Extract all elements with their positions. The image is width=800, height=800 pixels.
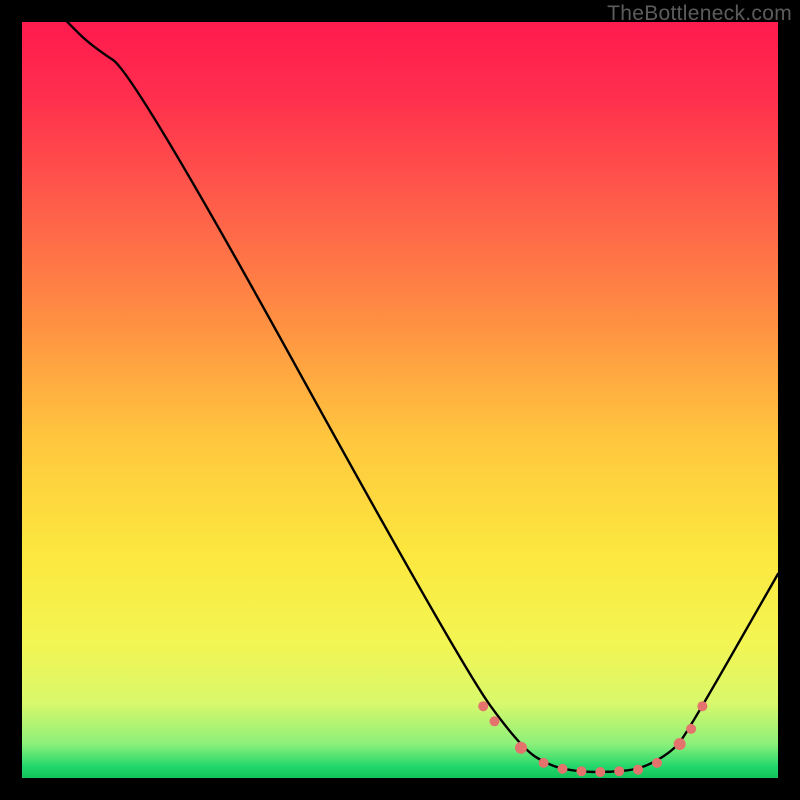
marker-dot <box>674 738 686 750</box>
marker-dot <box>686 724 696 734</box>
marker-dot <box>697 701 707 711</box>
marker-dot <box>478 701 488 711</box>
gradient-background <box>22 22 778 778</box>
marker-dot <box>558 764 568 774</box>
marker-dot <box>614 766 624 776</box>
marker-dot <box>595 767 605 777</box>
marker-dot <box>633 765 643 775</box>
marker-dot <box>539 758 549 768</box>
plot-area <box>22 22 778 778</box>
attribution-text: TheBottleneck.com <box>607 2 792 26</box>
marker-dot <box>490 716 500 726</box>
marker-dot <box>576 766 586 776</box>
marker-dot <box>515 742 527 754</box>
plot-svg <box>22 22 778 778</box>
chart-stage: TheBottleneck.com <box>0 0 800 800</box>
marker-dot <box>652 758 662 768</box>
